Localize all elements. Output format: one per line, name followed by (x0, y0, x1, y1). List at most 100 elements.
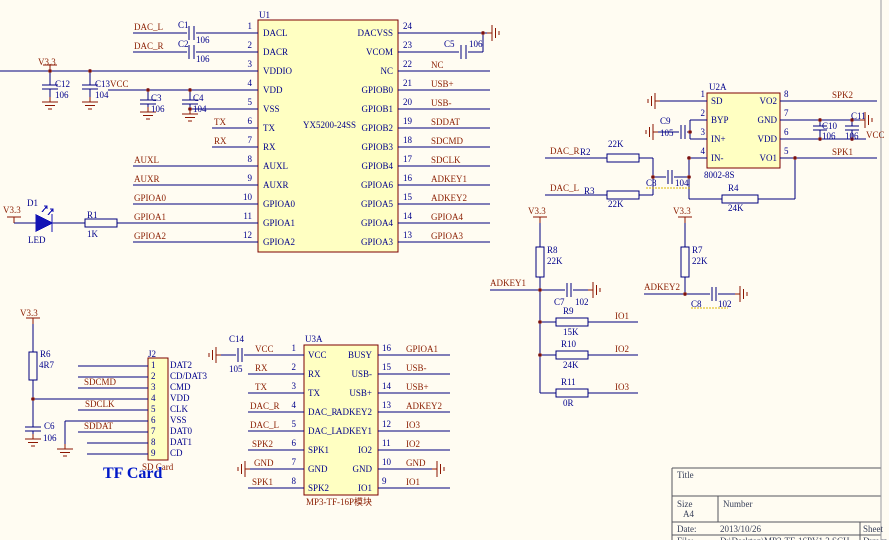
designator: R10 (561, 339, 576, 349)
pin-name: GPIOB3 (323, 142, 393, 152)
pin-number: 19 (403, 116, 412, 126)
gnd-icon (646, 124, 658, 140)
pin-name: BUSY (316, 350, 372, 360)
net-label: GPIOA0 (134, 193, 166, 203)
pin-name: CMD (170, 382, 191, 392)
pin-name: GND (316, 464, 372, 474)
pin-number: 6 (282, 438, 296, 448)
net-label: SDCMD (431, 136, 463, 146)
tf-card-caption: TF Card (103, 469, 162, 479)
net-label: SDCMD (84, 377, 116, 387)
pin-number: 8 (784, 89, 789, 99)
value: 22K (608, 199, 624, 209)
pin-number: 2 (151, 371, 156, 381)
pin-name: GPIOA4 (323, 218, 393, 228)
value: 0R (563, 398, 574, 408)
net-label: VCC (866, 130, 885, 140)
r10-resistor (556, 351, 588, 359)
net-label: IO3 (406, 420, 420, 430)
pin-name: GPIOA6 (323, 180, 393, 190)
pin-name: SD (711, 96, 723, 106)
net-label: TX (255, 382, 267, 392)
net-label: GND (254, 458, 274, 468)
pin-number: 3 (151, 382, 156, 392)
titleblock-title-label: Title (677, 470, 694, 480)
value: 106 (43, 433, 57, 443)
pin-number: 22 (403, 59, 412, 69)
value: 102 (718, 299, 732, 309)
titleblock-size-value: A4 (683, 509, 694, 519)
v33-power-icon (7, 217, 21, 223)
net-label: DAC_R (134, 41, 164, 51)
designator: R11 (561, 377, 576, 387)
net-label: USB- (406, 363, 427, 373)
pin-number: 1 (282, 343, 296, 353)
net-label: VCC (255, 344, 274, 354)
net-label: DAC_R (550, 146, 580, 156)
net-label: DAC_L (550, 183, 579, 193)
designator: R1 (87, 210, 98, 220)
r2-resistor (607, 154, 639, 162)
pin-name: VDD (263, 85, 283, 95)
j2-ref: J2 (148, 349, 156, 359)
designator: R8 (547, 245, 558, 255)
net-label: ADKEY1 (431, 174, 467, 184)
gnd-icon (25, 434, 41, 446)
pin-name: GPIOA2 (263, 237, 295, 247)
pin-number: 7 (236, 135, 252, 145)
pin-name: ADKEY1 (316, 426, 372, 436)
net-label: IO2 (406, 439, 420, 449)
net-label: SDDAT (84, 421, 113, 431)
value: 106 (151, 104, 165, 114)
titleblock-drawn-label: Drawn (863, 536, 888, 540)
designator: C1 (178, 20, 189, 30)
pin-number: 16 (403, 173, 412, 183)
gnd-icon (487, 25, 499, 41)
designator: C8 (691, 299, 702, 309)
pin-name: USB+ (316, 388, 372, 398)
net-label: IO1 (615, 311, 629, 321)
net-label: NC (431, 60, 444, 70)
schematic-page: U1 YX5200-24SS 1 2 3 4 5 6 7 8 9 10 11 1… (0, 0, 889, 540)
pin-number: 1 (693, 89, 705, 99)
value: 105 (660, 128, 674, 138)
pin-number: 24 (403, 21, 412, 31)
r9-resistor (556, 318, 588, 326)
designator: C8 (646, 178, 657, 188)
pin-name: CD (170, 448, 183, 458)
net-label: USB+ (431, 79, 454, 89)
value: 1K (87, 229, 98, 239)
titleblock-date-label: Date: (677, 524, 697, 534)
r8-resistor (536, 247, 544, 277)
pin-number: 8 (151, 437, 156, 447)
value: 106 (822, 131, 836, 141)
pin-name: USB- (316, 369, 372, 379)
net-label: RX (214, 136, 227, 146)
pin-name: DAT2 (170, 360, 192, 370)
pin-name: VSS (170, 415, 187, 425)
net-label: VCC (110, 79, 129, 89)
designator: C4 (193, 93, 204, 103)
pin-name: GPIOB0 (323, 85, 393, 95)
value: 104 (675, 178, 689, 188)
pin-number: 4 (693, 146, 705, 156)
pin-number: 13 (382, 400, 391, 410)
pin-number: 4 (151, 393, 156, 403)
net-label: AUXL (134, 155, 159, 165)
titleblock-size-label: Size (677, 499, 693, 509)
pin-number: 9 (151, 448, 156, 458)
gnd-icon (238, 461, 250, 477)
net-label: SPK1 (832, 147, 853, 157)
pin-number: 15 (403, 192, 412, 202)
pin-number: 14 (382, 381, 391, 391)
net-label: RX (255, 363, 268, 373)
pin-number: 14 (403, 211, 412, 221)
value: 4R7 (39, 360, 54, 370)
pin-number: 1 (151, 360, 156, 370)
pin-number: 7 (282, 457, 296, 467)
value: 15K (563, 327, 579, 337)
pin-name: VDD (737, 134, 777, 144)
value: 105 (229, 364, 243, 374)
v33-power-icon (26, 318, 40, 324)
pin-number: 3 (693, 127, 705, 137)
